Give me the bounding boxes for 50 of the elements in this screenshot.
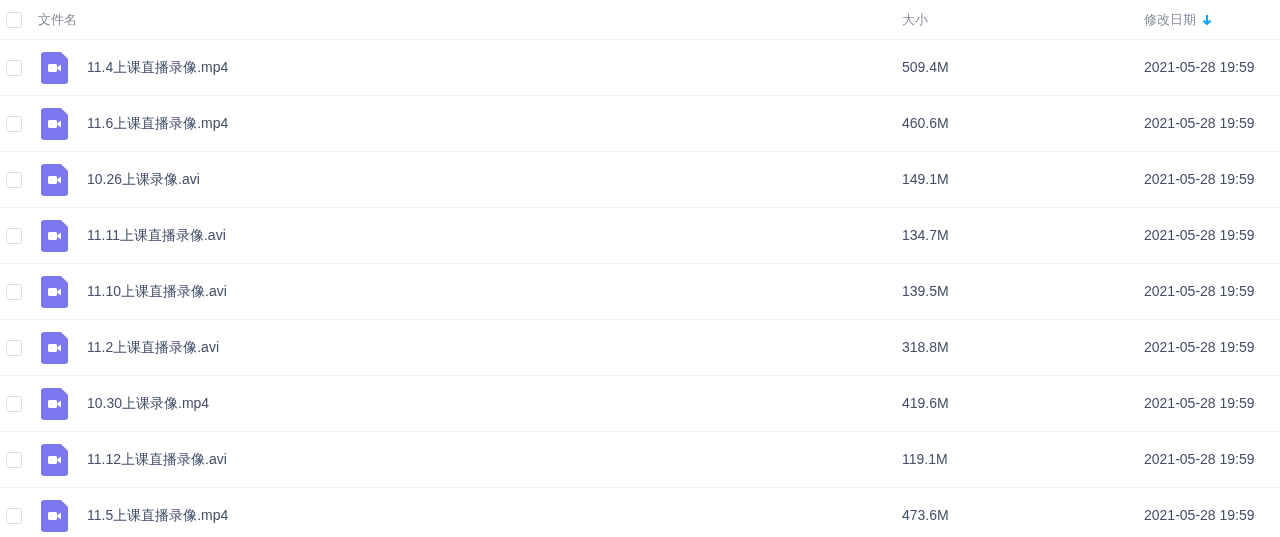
file-name: 11.12上课直播录像.avi [87, 450, 227, 469]
video-file-icon [41, 499, 68, 532]
modified-date: 2021-05-28 19:59 [1144, 59, 1255, 75]
modified-date: 2021-05-28 19:59 [1144, 339, 1255, 355]
sort-arrow-icon[interactable] [1202, 13, 1212, 26]
file-size: 134.7M [902, 227, 949, 243]
modified-date: 2021-05-28 19:59 [1144, 115, 1255, 131]
modified-date: 2021-05-28 19:59 [1144, 227, 1255, 243]
video-file-icon [41, 331, 68, 364]
checkbox[interactable] [6, 11, 22, 28]
video-file-icon [41, 387, 68, 420]
file-name: 11.6上课直播录像.mp4 [87, 114, 229, 133]
video-file-icon [41, 51, 68, 84]
file-size: 509.4M [902, 59, 949, 75]
file-name: 11.5上课直播录像.mp4 [87, 506, 229, 525]
modified-date: 2021-05-28 19:59 [1144, 507, 1255, 523]
file-name: 10.26上课录像.avi [87, 170, 200, 189]
checkbox[interactable] [6, 339, 22, 356]
file-size: 318.8M [902, 339, 949, 355]
checkbox[interactable] [6, 283, 22, 300]
modified-date: 2021-05-28 19:59 [1144, 283, 1255, 299]
modified-date: 2021-05-28 19:59 [1144, 395, 1255, 411]
checkbox[interactable] [6, 507, 22, 524]
file-size: 119.1M [902, 451, 948, 467]
file-size: 149.1M [902, 171, 949, 187]
file-size: 460.6M [902, 115, 949, 131]
checkbox[interactable] [6, 395, 22, 412]
column-header: 文件名 [38, 10, 77, 29]
file-name: 10.30上课录像.mp4 [87, 394, 210, 413]
video-file-icon [41, 443, 68, 476]
modified-date: 2021-05-28 19:59 [1144, 451, 1255, 467]
file-name: 11.11上课直播录像.avi [87, 226, 226, 245]
file-name: 11.10上课直播录像.avi [87, 282, 227, 301]
file-size: 473.6M [902, 507, 949, 523]
video-file-icon [41, 163, 68, 196]
checkbox[interactable] [6, 59, 22, 76]
file-size: 419.6M [902, 395, 949, 411]
file-name: 11.4上课直播录像.mp4 [87, 58, 229, 77]
video-file-icon [41, 107, 68, 140]
checkbox[interactable] [6, 227, 22, 244]
file-name: 11.2上课直播录像.avi [87, 338, 219, 357]
checkbox[interactable] [6, 171, 22, 188]
video-file-icon [41, 275, 68, 308]
checkbox[interactable] [6, 451, 22, 468]
video-file-icon [41, 219, 68, 252]
modified-date: 2021-05-28 19:59 [1144, 171, 1255, 187]
column-header: 修改日期 [1144, 10, 1196, 29]
column-header: 大小 [902, 10, 928, 29]
checkbox[interactable] [6, 115, 22, 132]
file-size: 139.5M [902, 283, 949, 299]
